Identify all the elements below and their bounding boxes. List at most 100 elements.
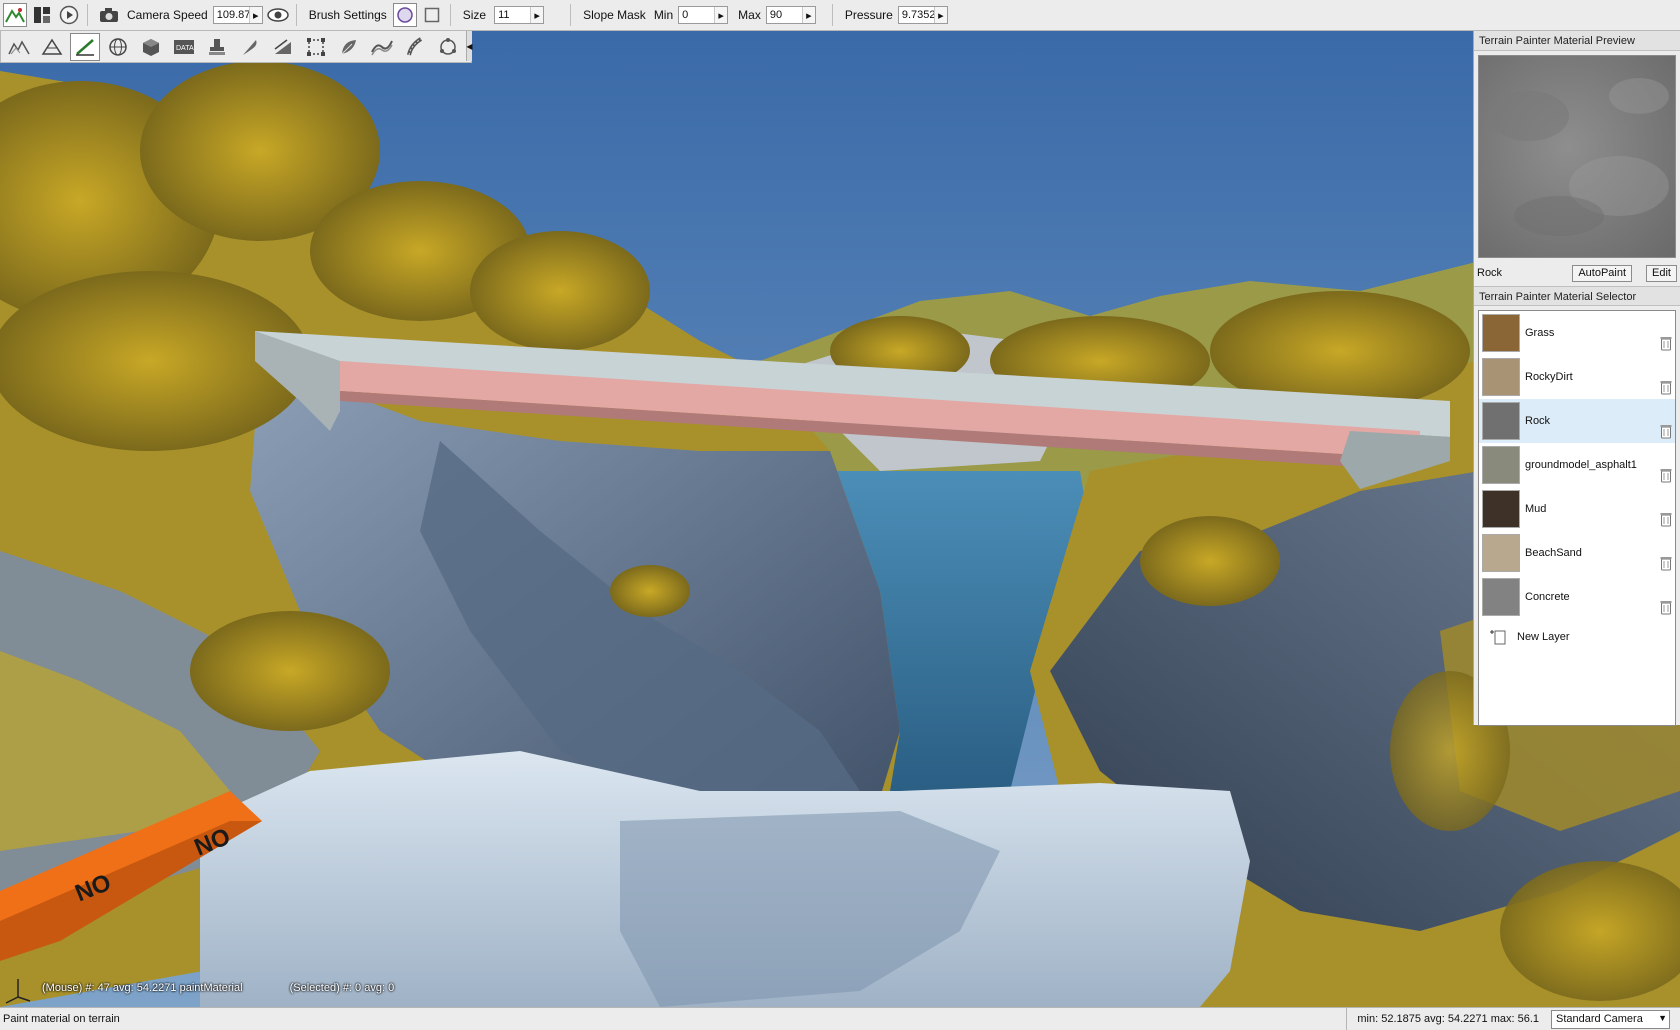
circle-brush-button[interactable] xyxy=(392,3,417,27)
slope-mask-label: Slope Mask xyxy=(583,8,646,22)
material-row[interactable]: Grass xyxy=(1479,311,1675,355)
camera-mode-select[interactable]: Standard Camera ▼ xyxy=(1551,1009,1670,1029)
min-label: Min xyxy=(653,8,674,22)
new-layer-button[interactable]: New Layer xyxy=(1479,619,1675,655)
river-tool-button[interactable] xyxy=(367,33,397,61)
camera-button[interactable] xyxy=(97,3,121,27)
mesh-tool-button[interactable] xyxy=(37,33,67,61)
stamp-tool-button[interactable] xyxy=(202,33,232,61)
camera-mode-value: Standard Camera xyxy=(1556,1013,1643,1025)
material-swatch xyxy=(1482,534,1520,572)
material-name: groundmodel_asphalt1 xyxy=(1525,459,1637,471)
pressure-label: Pressure xyxy=(844,8,893,22)
ramp-tool-button[interactable] xyxy=(268,33,298,61)
selected-info-text: (Selected) #: 0 avg: 0 xyxy=(289,982,395,994)
layout-icon xyxy=(34,7,50,23)
material-preview-title: Terrain Painter Material Preview xyxy=(1474,31,1680,51)
material-row[interactable]: groundmodel_asphalt1 xyxy=(1479,443,1675,487)
material-swatch xyxy=(1482,490,1520,528)
box-brush-button[interactable] xyxy=(420,3,444,27)
edit-material-button[interactable]: Edit xyxy=(1646,264,1677,282)
terrain-select-icon xyxy=(8,39,30,54)
material-row[interactable]: RockyDirt xyxy=(1479,355,1675,399)
box-brush-icon xyxy=(424,7,440,23)
material-name: BeachSand xyxy=(1525,547,1582,559)
material-row[interactable]: Mud xyxy=(1479,487,1675,531)
datablock-tool-button[interactable]: DATA xyxy=(169,33,199,61)
circle-brush-icon xyxy=(397,7,413,23)
chevron-down-icon: ▼ xyxy=(1658,1012,1667,1023)
new-layer-label: New Layer xyxy=(1517,631,1570,643)
mesh-road-tool-button[interactable] xyxy=(433,33,463,61)
forest-tool-button[interactable] xyxy=(334,33,364,61)
globe-tool-button[interactable] xyxy=(103,33,133,61)
delete-layer-icon[interactable] xyxy=(1660,380,1672,395)
material-name: Concrete xyxy=(1525,591,1570,603)
camera-speed-input[interactable]: 109.87 ▸ xyxy=(212,6,263,24)
material-name: Mud xyxy=(1525,503,1547,515)
road-tool-button[interactable] xyxy=(400,33,430,61)
material-swatch xyxy=(1482,358,1520,396)
3d-viewport[interactable]: NO NO xyxy=(0,31,1680,1007)
delete-layer-icon[interactable] xyxy=(1660,556,1672,571)
pressure-input[interactable]: 9.7352 ▸ xyxy=(897,6,948,24)
eye-icon xyxy=(266,8,289,22)
pressure-value: 9.7352 xyxy=(901,9,936,21)
material-swatch xyxy=(1482,402,1520,440)
material-row[interactable]: Rock xyxy=(1479,399,1675,443)
autopaint-button[interactable]: AutoPaint xyxy=(1572,264,1633,282)
material-selector-list: Grass RockyDirt Rock groundmodel_asphalt1 Mu… xyxy=(1478,310,1676,726)
play-button[interactable] xyxy=(57,3,81,27)
transform-icon xyxy=(307,37,325,56)
max-label: Max xyxy=(738,8,761,22)
status-message: Paint material on terrain xyxy=(3,1013,120,1025)
material-preview-image xyxy=(1478,55,1676,258)
slope-max-input[interactable]: 90 ▸ xyxy=(765,6,816,24)
material-name: RockyDirt xyxy=(1525,371,1573,383)
material-row[interactable]: Concrete xyxy=(1479,575,1675,619)
main-toolbar: Camera Speed 109.87 ▸ Brush Settings Siz… xyxy=(0,0,1680,31)
transform-tool-button[interactable] xyxy=(301,33,331,61)
delete-layer-icon[interactable] xyxy=(1660,600,1672,615)
material-name: Rock xyxy=(1525,415,1551,427)
object-tool-button[interactable] xyxy=(136,33,166,61)
datablock-icon: DATA xyxy=(174,39,194,54)
svg-text:DATA: DATA xyxy=(176,45,194,52)
delete-layer-icon[interactable] xyxy=(1660,512,1672,527)
mesh-icon xyxy=(41,38,63,55)
layout-button[interactable] xyxy=(30,3,54,27)
material-swatch xyxy=(1482,446,1520,484)
chevron-right-icon[interactable]: ▸ xyxy=(530,7,544,23)
material-row[interactable]: BeachSand xyxy=(1479,531,1675,575)
feather-icon xyxy=(243,39,257,55)
slope-min-input[interactable]: 0 ▸ xyxy=(678,6,729,24)
chevron-right-icon[interactable]: ▸ xyxy=(248,7,262,23)
road-icon xyxy=(407,36,423,55)
terrain-icon xyxy=(5,8,25,23)
camera-speed-label: Camera Speed xyxy=(127,8,208,22)
preview-material-name: Rock xyxy=(1477,267,1503,279)
brush-settings-label: Brush Settings xyxy=(308,8,387,22)
chevron-right-icon[interactable]: ▸ xyxy=(801,7,815,23)
new-layer-icon xyxy=(1490,630,1506,645)
chevron-right-icon[interactable]: ▸ xyxy=(933,7,947,23)
delete-layer-icon[interactable] xyxy=(1660,424,1672,439)
ramp-icon xyxy=(274,38,291,54)
delete-layer-icon[interactable] xyxy=(1660,468,1672,483)
chevron-right-icon[interactable]: ▸ xyxy=(714,7,728,23)
leaf-icon xyxy=(341,39,356,54)
terrain-editor-button[interactable] xyxy=(3,3,27,27)
material-swatch xyxy=(1482,578,1520,616)
material-selector-title: Terrain Painter Material Selector xyxy=(1474,286,1680,306)
status-bar: Paint material on terrain min: 52.1875 a… xyxy=(0,1007,1680,1030)
feather-tool-button[interactable] xyxy=(235,33,265,61)
select-tool-button[interactable] xyxy=(4,33,34,61)
size-value: 11 xyxy=(498,9,510,21)
play-icon xyxy=(59,5,79,25)
paint-material-tool-button[interactable] xyxy=(70,32,100,61)
material-swatch xyxy=(1482,314,1520,352)
size-input[interactable]: 11 ▸ xyxy=(494,6,545,24)
visibility-button[interactable] xyxy=(266,3,290,27)
collapse-toolbar-icon[interactable]: ◀ xyxy=(466,31,473,61)
delete-layer-icon[interactable] xyxy=(1660,336,1672,351)
